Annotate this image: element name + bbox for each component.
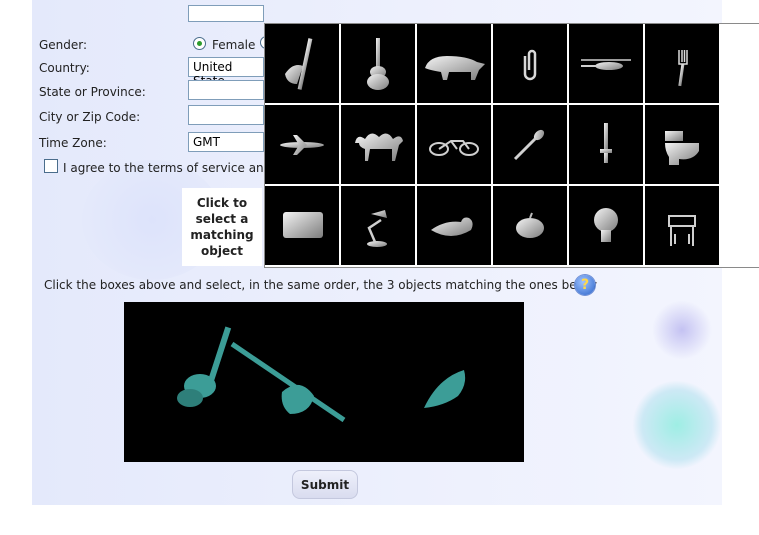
toilet-tile[interactable]: [645, 105, 719, 184]
country-label: Country:: [39, 61, 90, 75]
bicycle-icon: [429, 140, 479, 156]
captcha-target-image: [124, 302, 524, 462]
axe-pen-tile[interactable]: [265, 24, 339, 103]
sword-icon: [600, 123, 612, 163]
top-cut-off-field[interactable]: [188, 5, 264, 22]
target-axe-pen-icon: [230, 341, 346, 423]
captcha-target-shapes: [177, 326, 466, 423]
rhino-icon: [425, 56, 485, 80]
submit-button[interactable]: Submit: [292, 470, 358, 499]
camel-tile[interactable]: [341, 105, 415, 184]
lightbulb-tile[interactable]: [569, 186, 643, 265]
airplane-tile[interactable]: [265, 105, 339, 184]
mug-icon: [283, 212, 323, 238]
gender-label: Gender:: [39, 38, 88, 52]
fork-icon: [678, 50, 688, 87]
chair-tile[interactable]: [645, 186, 719, 265]
apple-icon: [516, 212, 544, 238]
city-label: City or Zip Code:: [39, 110, 141, 124]
spoon-tile[interactable]: [493, 105, 567, 184]
captcha-slot-label: Click to select a matching object: [190, 196, 254, 258]
terms-label: I agree to the terms of service and: [63, 161, 272, 175]
chair-icon: [668, 215, 696, 246]
lightbulb-icon: [594, 208, 618, 242]
desk-lamp-icon: [367, 210, 387, 247]
paperclip-tile[interactable]: [493, 24, 567, 103]
duck-tile[interactable]: [417, 186, 491, 265]
help-icon[interactable]: ?: [575, 275, 595, 295]
state-label: State or Province:: [39, 85, 146, 99]
city-input[interactable]: [188, 105, 264, 125]
timezone-select[interactable]: GMT: [188, 132, 264, 152]
bicycle-tile[interactable]: [417, 105, 491, 184]
airplane-icon: [280, 135, 324, 155]
captcha-instruction: Click the boxes above and select, in the…: [44, 278, 598, 292]
helicopter-tile[interactable]: [569, 24, 643, 103]
country-select[interactable]: United State: [188, 57, 264, 88]
helicopter-icon: [581, 59, 631, 70]
guitar-tile[interactable]: [341, 24, 415, 103]
timezone-label: Time Zone:: [39, 136, 107, 150]
axe-pen-icon: [285, 38, 313, 90]
target-feather-icon: [424, 370, 466, 408]
apple-tile[interactable]: [493, 186, 567, 265]
terms-checkbox[interactable]: [44, 159, 58, 173]
spoon-icon: [513, 129, 545, 161]
target-guitar-icon: [177, 326, 232, 407]
state-input[interactable]: [188, 80, 264, 100]
duck-icon: [431, 217, 473, 236]
rhino-tile[interactable]: [417, 24, 491, 103]
captcha-object-picker: [264, 23, 759, 268]
sword-tile[interactable]: [569, 105, 643, 184]
paperclip-icon: [523, 49, 537, 81]
guitar-icon: [367, 38, 389, 90]
gender-female-label: Female: [212, 38, 256, 52]
fork-tile[interactable]: [645, 24, 719, 103]
desk-lamp-tile[interactable]: [341, 186, 415, 265]
captcha-slot-button[interactable]: Click to select a matching object: [182, 188, 262, 266]
toilet-icon: [665, 131, 699, 165]
mug-tile[interactable]: [265, 186, 339, 265]
camel-icon: [355, 133, 403, 161]
gender-female-radio[interactable]: [193, 37, 206, 50]
